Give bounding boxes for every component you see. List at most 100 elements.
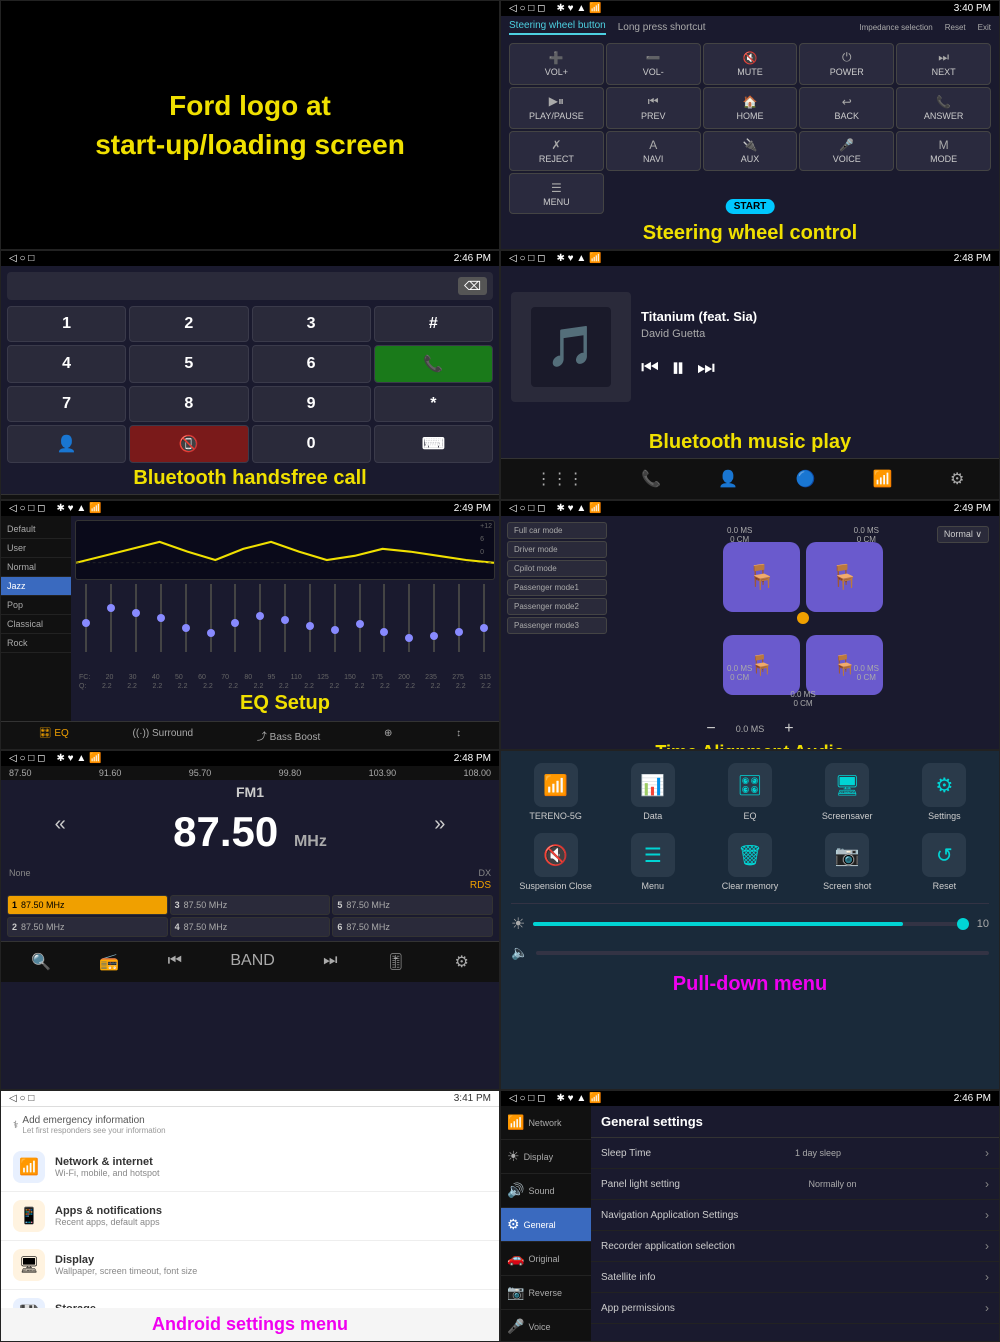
key-hash[interactable]: # [374,306,493,342]
radio-next-btn[interactable]: ⏭ [315,948,345,976]
music-prev-btn[interactable]: ⏮ [641,357,659,380]
gs-side-network[interactable]: 📶 Network [501,1106,591,1140]
key-8[interactable]: 8 [129,386,248,422]
eq-bar-2[interactable] [125,584,148,652]
ta-mode-cpilot[interactable]: Cpilot mode [507,560,607,577]
eq-bar-13[interactable] [398,584,421,652]
eq-preset-user[interactable]: User [1,539,71,558]
key-9[interactable]: 9 [252,386,371,422]
key-6[interactable]: 6 [252,345,371,383]
eq-bar-10[interactable] [323,584,346,652]
eq-bar-14[interactable] [423,584,446,652]
eq-bar-5[interactable] [199,584,222,652]
eq-bar-8[interactable] [274,584,297,652]
gs-side-display[interactable]: ☀ Display [501,1140,591,1174]
ta-mode-pass2[interactable]: Passenger mode2 [507,598,607,615]
ta-minus-btn[interactable]: − [706,720,715,738]
sw-btn-aux[interactable]: 🔌AUX [703,131,798,172]
eq-bar-12[interactable] [373,584,396,652]
ta-mode-pass3[interactable]: Passenger mode3 [507,617,607,634]
eq-tab-4[interactable]: ⊕ [384,728,392,743]
sw-btn-voldown[interactable]: ➖VOL- [606,43,701,85]
android-item-storage[interactable]: 💾 Storage 34% used - 21.19 GB free [1,1290,499,1308]
eq-bar-15[interactable] [447,584,470,652]
eq-bar-9[interactable] [298,584,321,652]
pd-screensaver[interactable]: 🖥 Screensaver [803,763,892,821]
music-menu-icon[interactable]: ⋮⋮⋮ [528,465,592,493]
brightness-track[interactable] [533,922,968,926]
music-bt-icon[interactable]: 🔵 [787,465,823,493]
sw-exit-label[interactable]: Exit [978,23,991,32]
eq-bar-7[interactable] [249,584,272,652]
radio-band-btn[interactable]: BAND [222,948,282,976]
gs-side-reverse[interactable]: 📷 Reverse [501,1276,591,1310]
key-7[interactable]: 7 [7,386,126,422]
key-star[interactable]: * [374,386,493,422]
pd-settings[interactable]: ⚙ Settings [900,763,989,821]
radio-scan-fwd-btn[interactable]: » [434,813,445,836]
ta-mode-fullcar[interactable]: Full car mode [507,522,607,539]
key-2[interactable]: 2 [129,306,248,342]
eq-tab-eq[interactable]: 🎛 EQ [39,728,69,743]
eq-preset-rock[interactable]: Rock [1,634,71,653]
eq-bar-0[interactable] [75,584,98,652]
eq-preset-classical[interactable]: Classical [1,615,71,634]
radio-antenna-icon[interactable]: 📻 [91,948,127,976]
gs-side-original[interactable]: 🚗 Original [501,1242,591,1276]
music-contacts-icon[interactable]: 👤 [710,465,746,493]
key-0[interactable]: 0 [252,425,371,463]
android-item-network[interactable]: 📶 Network & internet Wi-Fi, mobile, and … [1,1143,499,1192]
sw-btn-menu[interactable]: ☰MENU [509,173,604,214]
eq-tab-5[interactable]: ↕ [456,728,461,743]
music-play-btn[interactable]: ⏸ [671,352,685,385]
eq-preset-pop[interactable]: Pop [1,596,71,615]
eq-preset-normal[interactable]: Normal [1,558,71,577]
music-next-btn[interactable]: ⏭ [697,357,715,380]
eq-bar-3[interactable] [149,584,172,652]
sw-reset-label[interactable]: Reset [945,23,966,32]
sw-btn-next[interactable]: ⏭NEXT [896,43,991,85]
eq-preset-jazz[interactable]: Jazz [1,577,71,596]
sw-btn-navi[interactable]: ANAVI [606,131,701,172]
preset-3[interactable]: 387.50 MHz [170,895,331,915]
music-settings-icon[interactable]: ⚙ [942,465,972,493]
key-dialpad[interactable]: ⌨ [374,425,493,463]
sw-btn-reject[interactable]: ✗REJECT [509,131,604,172]
android-item-apps[interactable]: 📱 Apps & notifications Recent apps, defa… [1,1192,499,1241]
ta-mode-driver[interactable]: Driver mode [507,541,607,558]
key-hangup[interactable]: 📵 [129,425,248,463]
preset-6[interactable]: 687.50 MHz [332,917,493,937]
music-bt2-icon[interactable]: 📶 [865,465,901,493]
sw-btn-prev[interactable]: ⏮PREV [606,87,701,129]
pd-wifi[interactable]: 📶 TERENO-5G [511,763,600,821]
key-5[interactable]: 5 [129,345,248,383]
android-item-display[interactable]: 🖥 Display Wallpaper, screen timeout, fon… [1,1241,499,1290]
preset-4[interactable]: 487.50 MHz [170,917,331,937]
radio-search-icon[interactable]: 🔍 [23,948,59,976]
ta-normal-badge[interactable]: Normal ∨ [937,526,989,543]
eq-bar-11[interactable] [348,584,371,652]
pd-data[interactable]: 📊 Data [608,763,697,821]
eq-bar-16[interactable] [472,584,495,652]
eq-tab-bass[interactable]: ⤴ Bass Boost [257,728,320,743]
pd-suspension[interactable]: 🔇 Suspension Close [511,833,600,891]
pd-eq[interactable]: 🎛 EQ [705,763,794,821]
key-1[interactable]: 1 [7,306,126,342]
eq-preset-default[interactable]: Default [1,520,71,539]
sw-btn-answer[interactable]: 📞ANSWER [896,87,991,129]
gs-side-general[interactable]: ⚙ General [501,1208,591,1242]
eq-bar-1[interactable] [100,584,123,652]
sw-btn-back[interactable]: ↩BACK [799,87,894,129]
sw-btn-voice[interactable]: 🎤VOICE [799,131,894,172]
pd-screenshot[interactable]: 📷 Screen shot [803,833,892,891]
gs-side-voice[interactable]: 🎤 Voice [501,1310,591,1342]
pd-reset[interactable]: ↺ Reset [900,833,989,891]
eq-tab-surround[interactable]: ((·)) Surround [133,728,194,743]
radio-eq-btn[interactable]: 🎚 [378,948,414,976]
radio-scan-back-btn[interactable]: « [55,813,66,836]
ta-mode-pass1[interactable]: Passenger mode1 [507,579,607,596]
gs-row-satellite[interactable]: Satellite info › [591,1262,999,1293]
eq-bar-6[interactable] [224,584,247,652]
radio-prev-btn[interactable]: ⏮ [160,948,190,976]
eq-bar-4[interactable] [174,584,197,652]
